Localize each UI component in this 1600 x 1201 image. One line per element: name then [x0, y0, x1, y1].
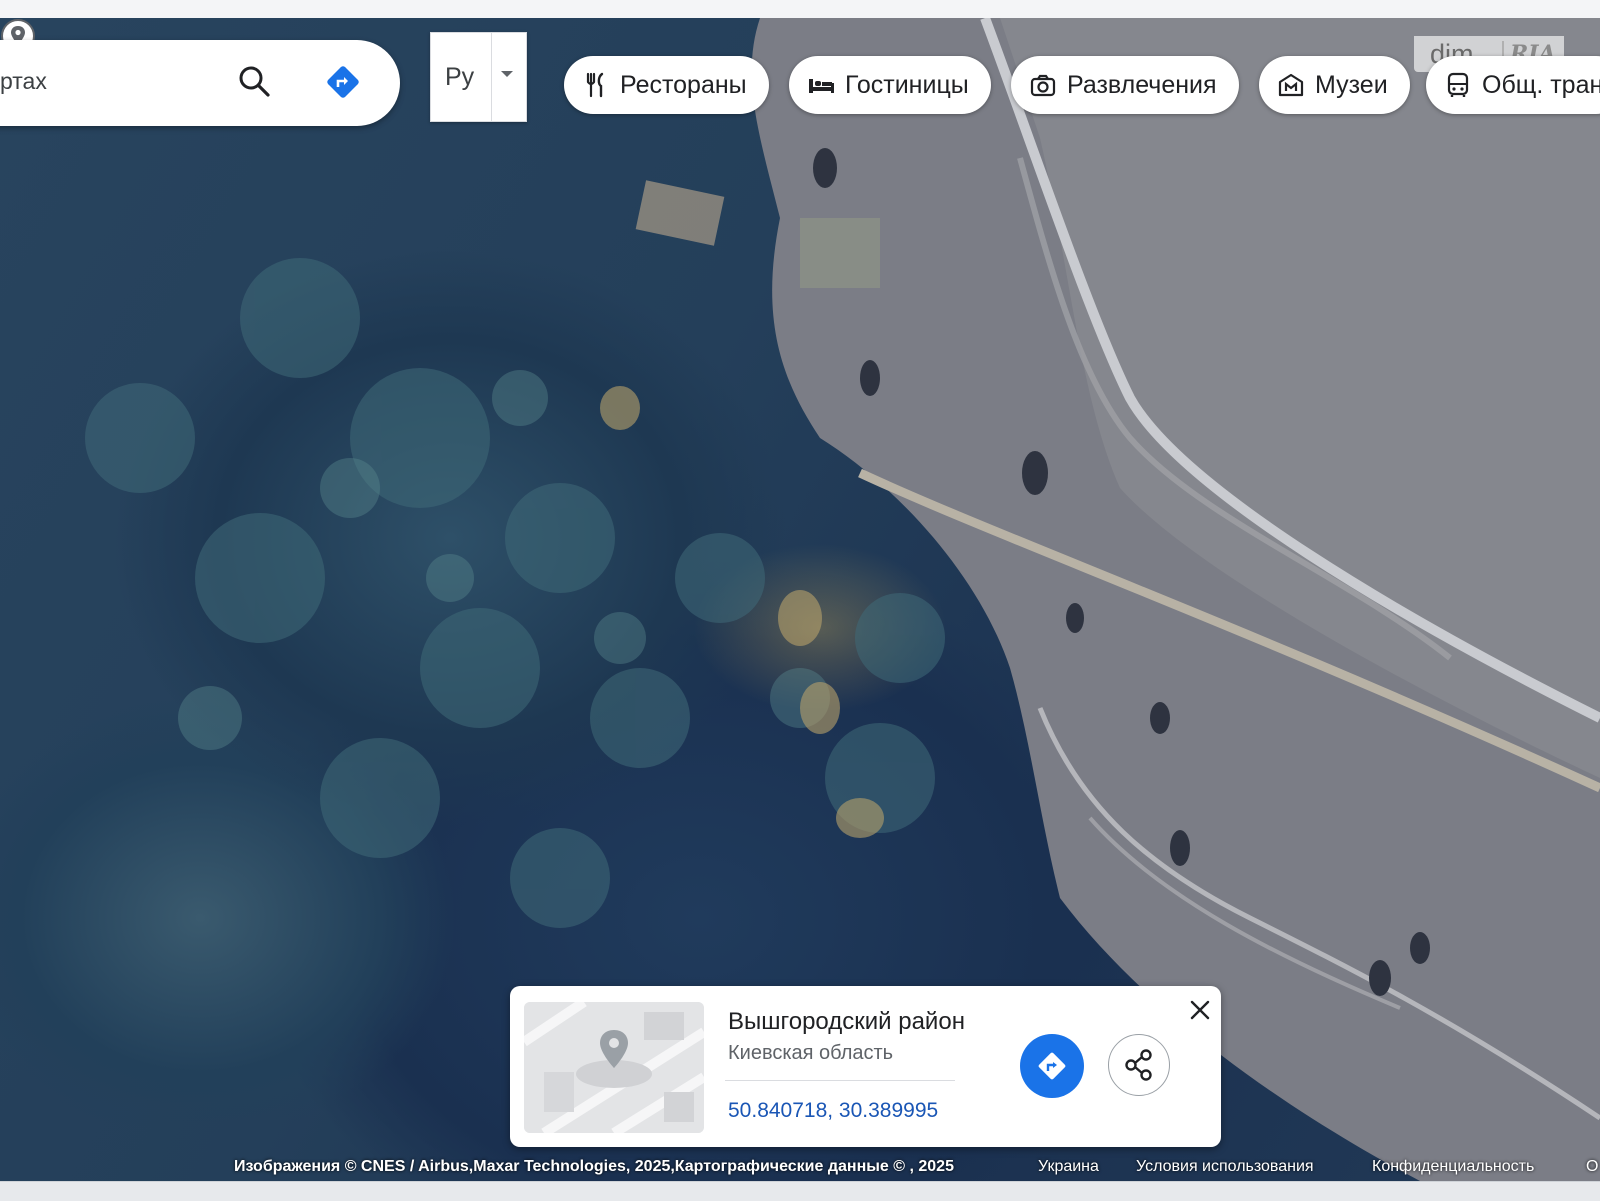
- camera-icon: [1030, 74, 1056, 97]
- search-icon[interactable]: [235, 62, 275, 102]
- share-button[interactable]: [1108, 1034, 1170, 1096]
- chip-label: Гостиницы: [845, 70, 969, 99]
- map-footer: Изображения © CNES / Airbus,Maxar Techno…: [0, 1152, 1600, 1181]
- chip-label: Музеи: [1315, 70, 1388, 99]
- museum-icon: [1278, 73, 1304, 97]
- search-box[interactable]: ртах: [0, 40, 400, 126]
- place-card[interactable]: Вышгородский район Киевская область 50.8…: [510, 986, 1221, 1147]
- map-thumbnail-icon: [524, 1002, 704, 1133]
- directions-button[interactable]: [1020, 1034, 1084, 1098]
- fork-knife-icon: [586, 72, 604, 98]
- country-label: Украина: [1038, 1158, 1099, 1175]
- imagery-attribution: Изображения © CNES / Airbus,Maxar Techno…: [234, 1158, 954, 1175]
- browser-top-strip: [0, 0, 1600, 19]
- search-input[interactable]: ртах: [0, 68, 47, 95]
- language-divider: [491, 33, 492, 121]
- place-title: Вышгородский район: [728, 1008, 965, 1035]
- chip-transit[interactable]: Общ. тран: [1426, 56, 1600, 114]
- chevron-down-icon[interactable]: [501, 71, 513, 77]
- card-divider: [725, 1080, 955, 1081]
- more-link[interactable]: О: [1586, 1158, 1598, 1176]
- place-coordinates[interactable]: 50.840718, 30.389995: [728, 1099, 938, 1123]
- bed-icon: [809, 79, 834, 93]
- language-label: Ру: [445, 63, 475, 91]
- chip-museums[interactable]: Музеи: [1259, 56, 1410, 114]
- browser-bottom-strip: [0, 1181, 1600, 1201]
- share-icon: [1125, 1049, 1152, 1081]
- bus-icon: [1447, 72, 1469, 97]
- chip-label: Развлечения: [1067, 70, 1217, 99]
- privacy-link[interactable]: Конфиденциальность: [1372, 1158, 1534, 1176]
- directions-icon[interactable]: [323, 62, 363, 102]
- place-subtitle: Киевская область: [728, 1042, 894, 1064]
- chip-label: Общ. тран: [1482, 70, 1600, 99]
- directions-icon: [1038, 1052, 1066, 1080]
- language-select[interactable]: Ру: [430, 32, 527, 122]
- terms-link[interactable]: Условия использования: [1136, 1158, 1314, 1176]
- close-icon[interactable]: [1188, 998, 1212, 1022]
- chip-label: Рестораны: [620, 70, 747, 99]
- chip-entertainment[interactable]: Развлечения: [1011, 56, 1239, 114]
- chip-hotels[interactable]: Гостиницы: [789, 56, 991, 114]
- place-thumbnail[interactable]: [524, 1002, 704, 1133]
- chip-restaurants[interactable]: Рестораны: [564, 56, 769, 114]
